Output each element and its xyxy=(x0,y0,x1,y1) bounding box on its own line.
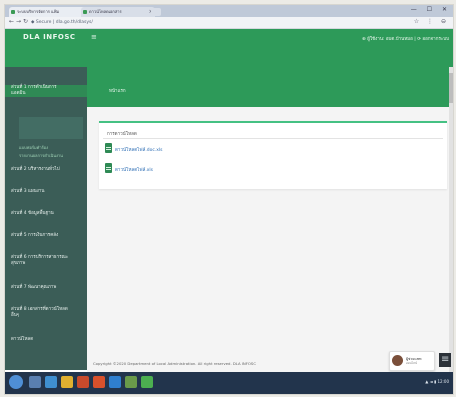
sidebar-item-sub: แอดมิน xyxy=(11,91,26,96)
scrollbar-thumb[interactable] xyxy=(449,73,453,103)
sidebar-item-3[interactable]: ส่วนที่ 3 แผนงาน xyxy=(5,189,87,195)
chat-widget[interactable]: ผู้ช่วยแชท ออนไลน์ xyxy=(389,351,435,371)
tab-label: ระบบบริหารจัดการ แฟ้ม xyxy=(17,9,60,14)
browser-menu-icons[interactable]: ☆ ⋮ ⊖ xyxy=(414,18,449,25)
chat-status: ออนไลน์ xyxy=(406,361,418,365)
footer-copyright: Copyright ©2020 Department of Local Admi… xyxy=(93,361,256,366)
browser-tab-2[interactable]: ดาวน์โหลดเอกสาร × xyxy=(81,7,155,17)
sidebar: ส่วนที่ 1 การดำเนินการ แอดมิน แบบฟอร์มคำ… xyxy=(5,67,87,370)
avatar xyxy=(392,355,403,366)
tab-label: ดาวน์โหลดเอกสาร xyxy=(89,9,122,14)
os-taskbar: ▲ ◄ ▮ 12:00 xyxy=(5,372,453,394)
taskbar-app-icon[interactable] xyxy=(125,376,137,388)
sidebar-item-1[interactable]: ส่วนที่ 1 การดำเนินการ แอดมิน xyxy=(5,85,87,97)
taskbar-office-icon[interactable] xyxy=(93,376,105,388)
window-controls[interactable]: — ☐ ✕ xyxy=(411,6,451,13)
taskbar-explorer-icon[interactable] xyxy=(29,376,41,388)
favicon-icon xyxy=(11,10,15,14)
menu-grid-icon[interactable] xyxy=(439,353,451,367)
sidebar-item-8[interactable]: ส่วนที่ 8 เอกสารที่ดาวน์โหลด อื่นๆ xyxy=(5,307,87,319)
sidebar-item-4[interactable]: ส่วนที่ 4 ข้อมูลพื้นฐาน xyxy=(5,211,87,217)
user-info[interactable]: ⊕ ผู้ใช้งาน: อบต.บ้านหมอ | ⟳ ออกจากระบบ xyxy=(362,35,449,42)
file-link[interactable]: ดาวน์โหลดไฟล์.doc.xls xyxy=(115,146,163,153)
file-icon xyxy=(105,143,112,153)
brand-logo[interactable]: DLA INFOSC xyxy=(23,33,76,41)
taskbar-media-icon[interactable] xyxy=(77,376,89,388)
file-link[interactable]: ดาวน์โหลดไฟล์.xls xyxy=(115,166,153,173)
sidebar-item-2[interactable]: ส่วนที่ 2 บริหารงานทั่วไป xyxy=(5,167,87,173)
sidebar-item-sub: สุขภาพ xyxy=(11,261,26,266)
browser-tab-1[interactable]: ระบบบริหารจัดการ แฟ้ม × xyxy=(9,7,87,17)
back-icon[interactable]: ← xyxy=(9,18,14,25)
taskbar-chrome-icon[interactable] xyxy=(141,376,153,388)
reload-icon[interactable]: ↻ xyxy=(23,18,28,25)
submenu-panel xyxy=(19,117,83,139)
card-divider xyxy=(103,138,443,139)
url-input[interactable]: ◆ Secure | dla.go.th/dlasys/ xyxy=(31,19,411,26)
sidebar-sublink-2[interactable]: รายงานผลการดำเนินงาน xyxy=(5,153,87,159)
content-header xyxy=(87,67,453,107)
sidebar-item-5[interactable]: ส่วนที่ 5 การเงินการคลัง xyxy=(5,233,87,239)
page-scrollbar[interactable] xyxy=(449,67,453,372)
breadcrumb[interactable]: หน้าแรก xyxy=(109,87,126,94)
screen: ระบบบริหารจัดการ แฟ้ม × ดาวน์โหลดเอกสาร … xyxy=(4,4,454,395)
download-card xyxy=(99,121,447,189)
favicon-icon xyxy=(83,10,87,14)
sidebar-item-7[interactable]: ส่วนที่ 7 พัฒนาคุณภาพ xyxy=(5,285,87,291)
sidebar-item-9[interactable]: ดาวน์โหลด xyxy=(5,337,87,343)
taskbar-ie-icon[interactable] xyxy=(45,376,57,388)
start-button[interactable] xyxy=(9,375,23,389)
forward-icon[interactable]: → xyxy=(16,18,21,25)
system-tray[interactable]: ▲ ◄ ▮ 12:00 xyxy=(425,379,449,384)
address-bar: ← → ↻ ◆ Secure | dla.go.th/dlasys/ ☆ ⋮ ⊖ xyxy=(5,17,453,29)
sidebar-item-6[interactable]: ส่วนที่ 6 การบริการสาธารณะ สุขภาพ xyxy=(5,255,87,267)
browser-tabbar: ระบบบริหารจัดการ แฟ้ม × ดาวน์โหลดเอกสาร … xyxy=(5,5,453,17)
menu-toggle-icon[interactable]: ≡ xyxy=(91,33,97,41)
new-tab-button[interactable] xyxy=(151,8,161,16)
card-title: การดาวน์โหลด xyxy=(107,132,137,137)
sidebar-sublink-1[interactable]: แบบฟอร์มคำร้อง xyxy=(5,145,87,151)
taskbar-folder-icon[interactable] xyxy=(61,376,73,388)
file-icon xyxy=(105,163,112,173)
taskbar-word-icon[interactable] xyxy=(109,376,121,388)
sidebar-item-sub: อื่นๆ xyxy=(11,313,20,318)
